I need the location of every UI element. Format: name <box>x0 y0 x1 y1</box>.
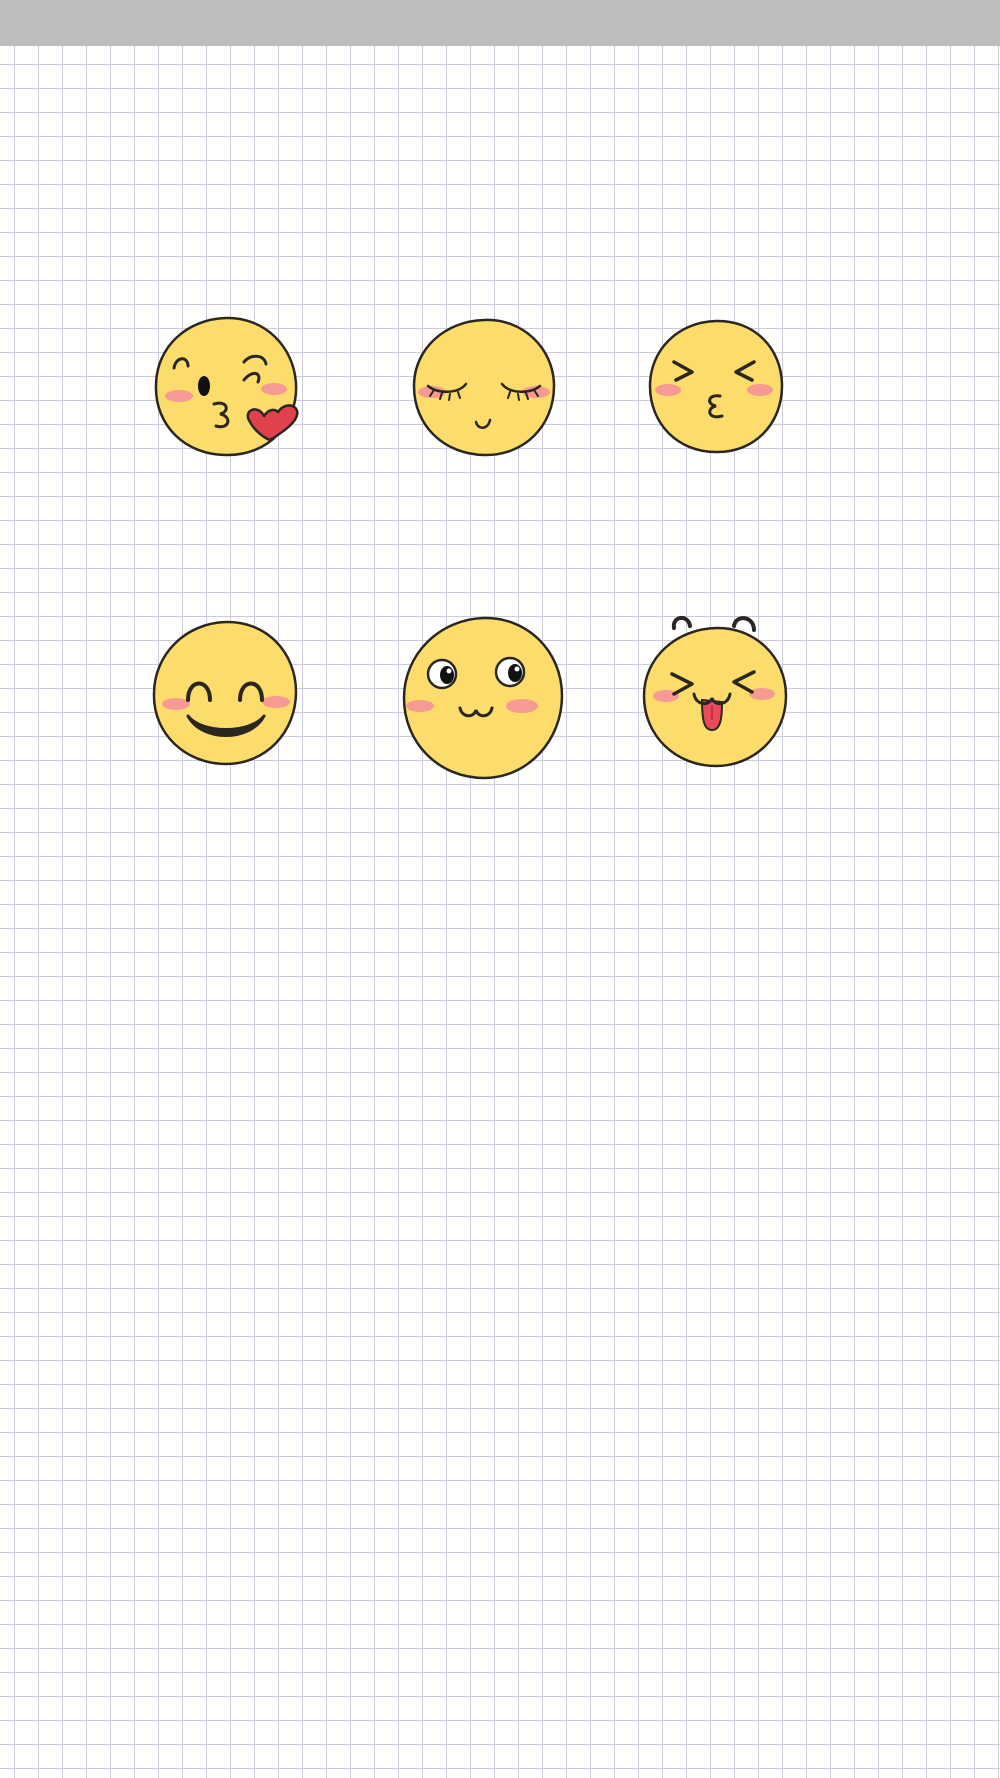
content-closed-eyes-emoji-icon <box>404 306 564 466</box>
screen <box>0 0 1000 1778</box>
grid-paper-canvas <box>0 46 1000 1778</box>
laughing-tongue-out-emoji-icon <box>636 616 796 778</box>
blowing-kiss-emoji-icon <box>146 306 306 466</box>
happy-smile-emoji-icon <box>146 618 306 778</box>
squinting-kiss-emoji-icon <box>636 306 796 466</box>
shy-wide-eyes-emoji-icon <box>402 616 564 780</box>
status-bar <box>0 0 1000 46</box>
